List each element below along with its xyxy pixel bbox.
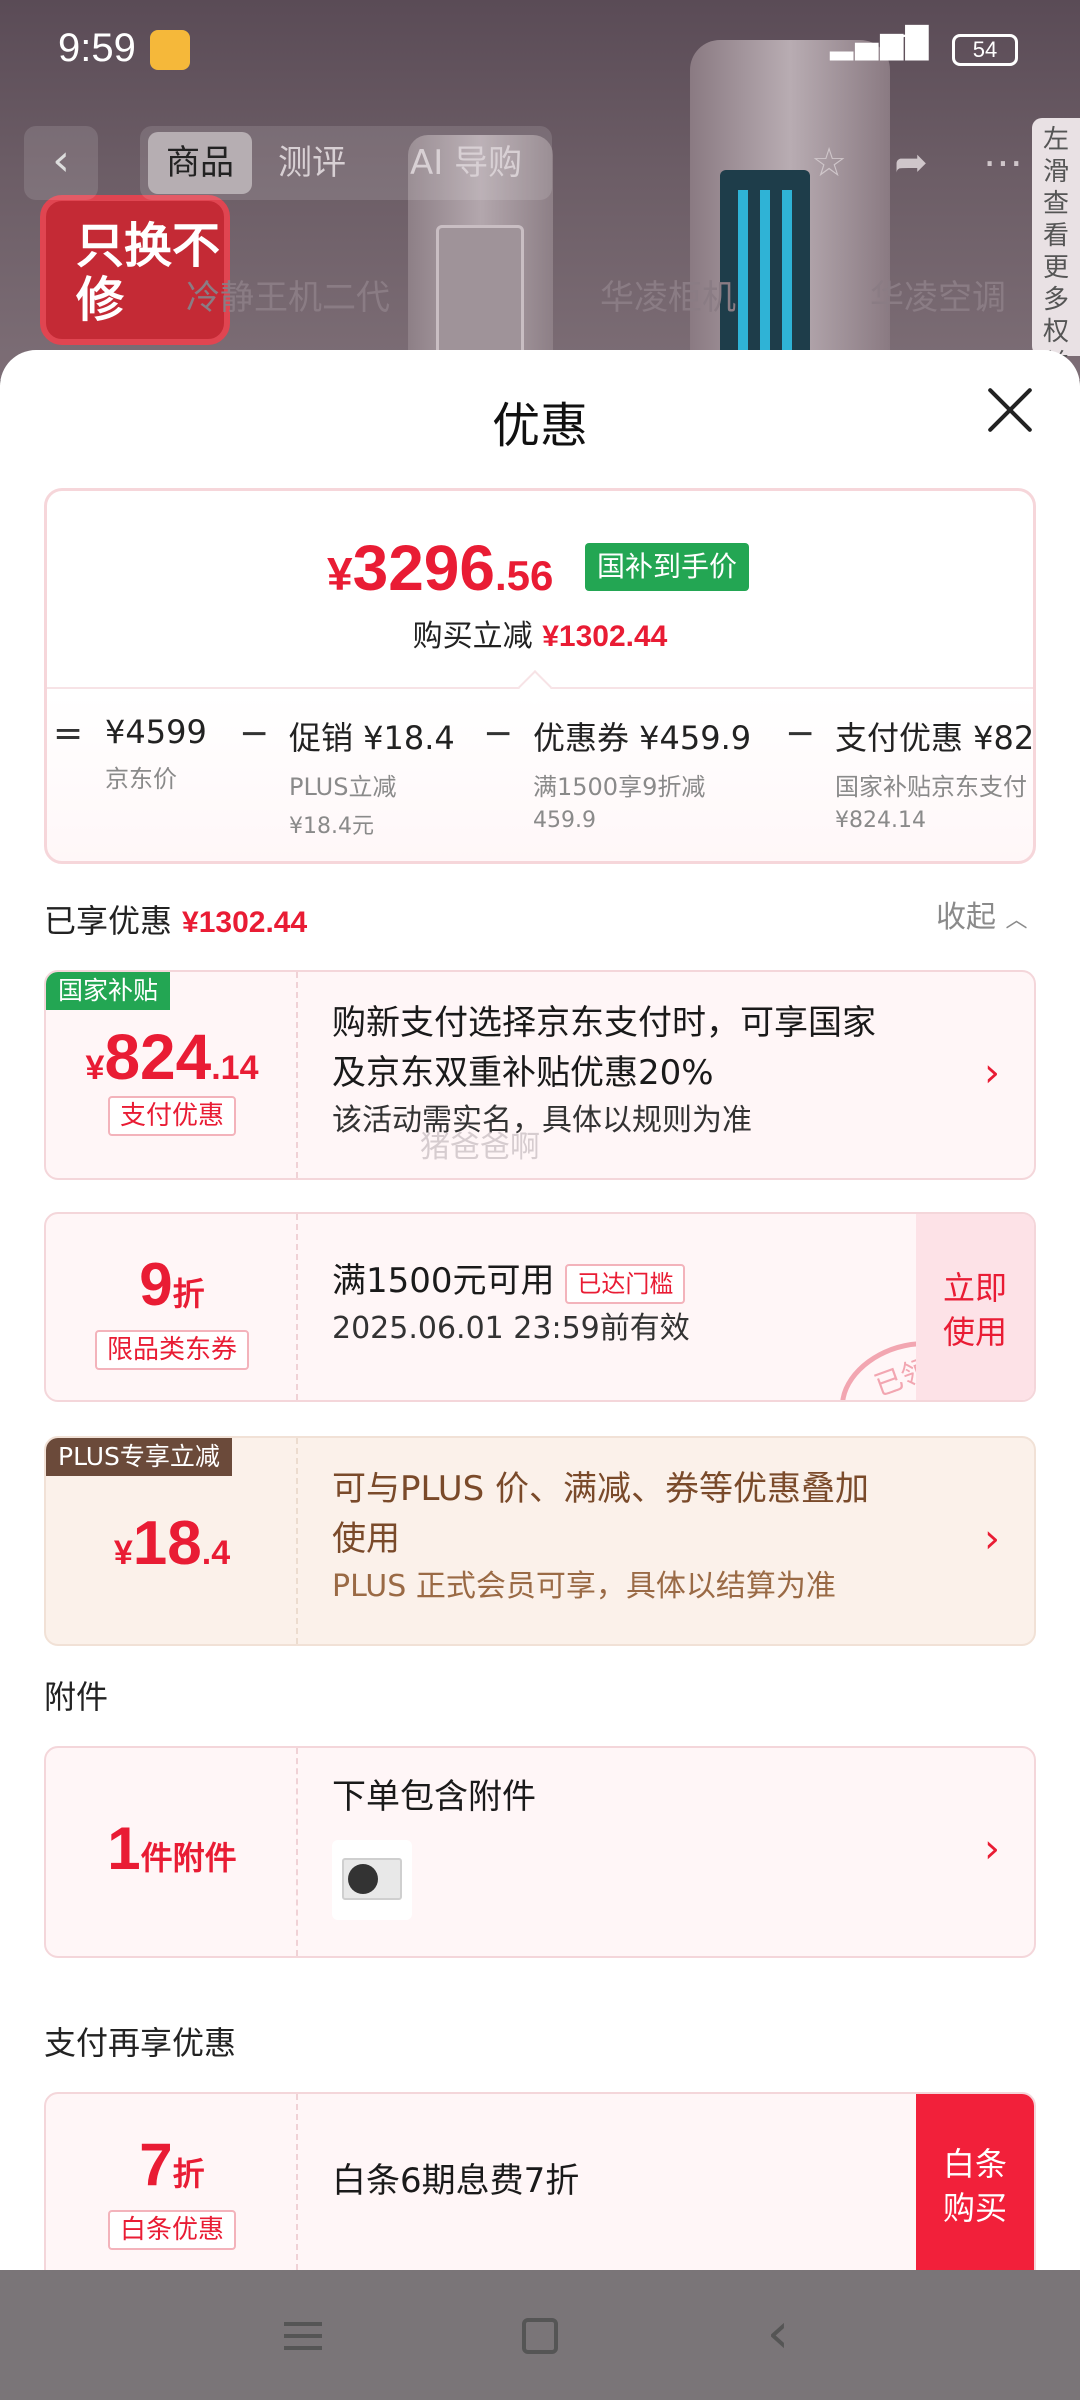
breakdown-item: 支付优惠 ¥824.14国家补贴京东支付¥824.14 xyxy=(835,719,1035,833)
subsidy-pill: 支付优惠 xyxy=(107,1096,236,1136)
chevron-up-icon: ︿ xyxy=(1005,908,1028,933)
baitiao-buy-button[interactable]: 白条购买 xyxy=(916,2094,1034,2270)
chevron-right-icon: › xyxy=(984,1826,1000,1872)
top-nav: ‹ 商品 测评 AI 导购 ☆ ➦ ⋯ xyxy=(0,120,1080,206)
category-link: 冷静王机二代 xyxy=(186,278,390,318)
discount-sheet: 优惠 ¥3296.56 国补到手价 购买立减 ¥1302.44 = ¥4599 京… xyxy=(0,350,1080,2270)
threshold-reached-pill: 已达门槛 xyxy=(565,1264,686,1304)
coupon-card[interactable]: 9折 限品类东券 满1500元可用 已达门槛 2025.06.01 23:59前… xyxy=(44,1212,1036,1402)
accessory-count: 1件附件 xyxy=(107,1815,237,1882)
menu-icon[interactable] xyxy=(274,2306,334,2366)
tab-product[interactable]: 商品 xyxy=(148,132,252,194)
subsidy-price-tag: 国补到手价 xyxy=(585,543,750,591)
status-bar: 9:59 ▂▄▆█ ◠ 54 xyxy=(0,0,1080,100)
collapse-button[interactable]: 收起 ︿ xyxy=(936,892,1028,936)
subsidy-amount: ¥824.14 xyxy=(85,1021,259,1093)
use-now-button[interactable]: 立即使用 xyxy=(916,1214,1034,1400)
accessory-section-title: 附件 xyxy=(44,1678,109,1716)
chevron-right-icon: › xyxy=(984,1050,1000,1096)
coupon-value: 9折 xyxy=(139,1251,205,1318)
coupon-type-pill: 限品类东券 xyxy=(94,1330,249,1370)
baitiao-card[interactable]: 7折 白条优惠 白条6期息费7折 白条购买 xyxy=(44,2092,1036,2270)
pay-section-title: 支付再享优惠 xyxy=(44,2024,237,2062)
back-nav-icon[interactable]: ‹ xyxy=(748,2306,808,2366)
home-icon[interactable] xyxy=(510,2306,570,2366)
more-icon[interactable]: ⋯ xyxy=(966,126,1040,200)
breakdown-item: ¥4599 京东价 xyxy=(105,713,207,793)
price-summary: ¥3296.56 国补到手价 购买立减 ¥1302.44 = ¥4599 京东价 … xyxy=(44,488,1036,864)
accessory-thumbnail[interactable] xyxy=(332,1840,412,1920)
accessory-card[interactable]: 1件附件 下单包含附件 › xyxy=(44,1746,1036,1958)
tab-ai-guide[interactable]: AI 导购 xyxy=(410,132,522,194)
close-icon[interactable] xyxy=(986,386,1034,434)
battery-icon: 54 xyxy=(952,34,1018,66)
breakdown-item: 促销 ¥18.4 PLUS立减 ¥18.4元 xyxy=(289,719,455,839)
tab-review[interactable]: 测评 xyxy=(278,132,346,194)
category-link: 华凌柜机 xyxy=(600,278,736,318)
system-nav-bar: ‹ xyxy=(0,2270,1080,2400)
chevron-right-icon: › xyxy=(984,1516,1000,1562)
share-icon[interactable]: ➦ xyxy=(874,126,948,200)
plus-flag: PLUS专享立减 xyxy=(46,1438,232,1476)
breakdown-item: 优惠券 ¥459.9 满1500享9折减 459.9 xyxy=(533,719,752,833)
enjoyed-discount-label: 已享优惠 ¥1302.44 xyxy=(44,902,308,940)
baitiao-pill: 白条优惠 xyxy=(107,2210,236,2250)
subsidy-flag: 国家补贴 xyxy=(46,972,171,1010)
tab-bar: 商品 测评 AI 导购 xyxy=(140,126,552,200)
subsidy-card[interactable]: 国家补贴 ¥824.14 支付优惠 购新支付选择京东支付时，可享国家 及京东双重… xyxy=(44,970,1036,1180)
notification-icon xyxy=(150,30,190,70)
sheet-title: 优惠 xyxy=(491,398,588,454)
saving-line: 购买立减 ¥1302.44 xyxy=(412,619,668,654)
wifi-icon: ◠ xyxy=(890,24,924,68)
price-breakdown[interactable]: = ¥4599 京东价 − 促销 ¥18.4 PLUS立减 ¥18.4元 − 优惠券 … xyxy=(47,713,1035,853)
category-link: 华凌空调 xyxy=(870,278,1006,318)
side-benefits-tab[interactable]: 左滑查看更多权益 xyxy=(1032,118,1080,379)
status-time: 9:59 xyxy=(58,26,136,70)
baitiao-value: 7折 xyxy=(139,2131,205,2198)
star-icon[interactable]: ☆ xyxy=(792,126,866,200)
back-button[interactable]: ‹ xyxy=(24,126,98,200)
plus-amount: ¥18.4 xyxy=(113,1509,231,1578)
final-price: ¥3296.56 xyxy=(327,532,554,604)
plus-card[interactable]: PLUS专享立减 ¥18.4 可与PLUS 价、满减、券等优惠叠加 使用 PLU… xyxy=(44,1436,1036,1646)
watermark: 猪爸爸啊 xyxy=(420,1130,540,1165)
